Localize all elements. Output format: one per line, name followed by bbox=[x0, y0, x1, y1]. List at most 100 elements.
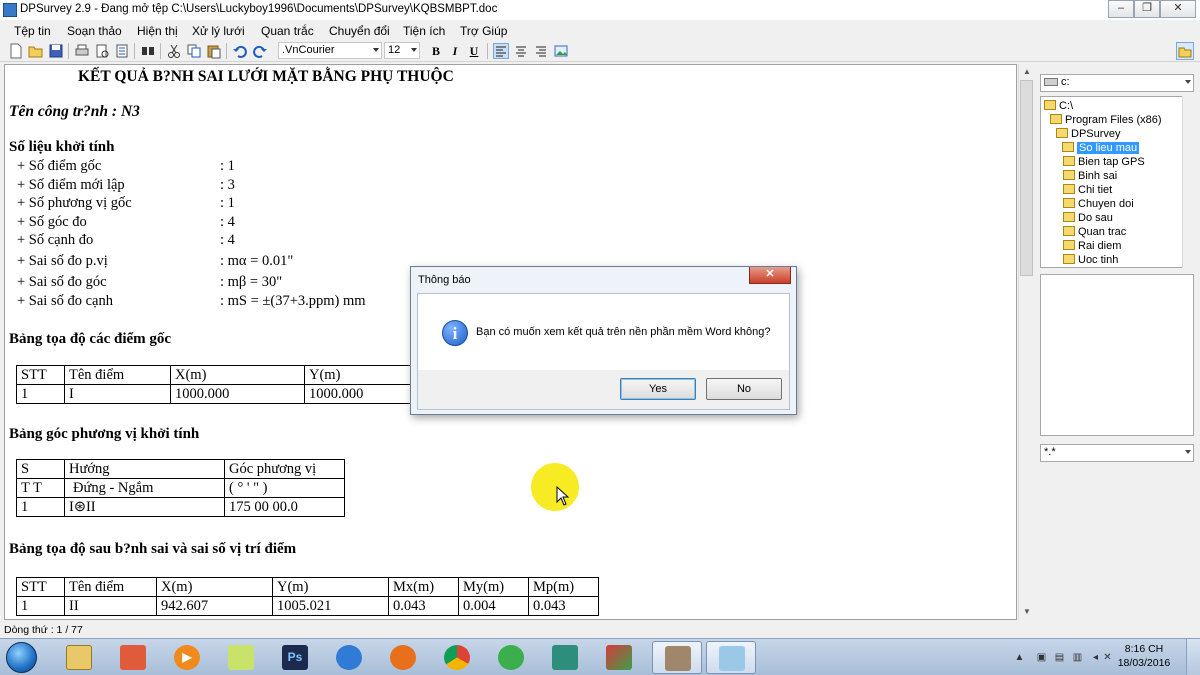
new-file-icon[interactable] bbox=[8, 43, 24, 59]
font-size-value: 12 bbox=[388, 44, 401, 56]
tray-app-icon[interactable]: ▣ bbox=[1036, 652, 1047, 663]
explorer-panel-toggle-icon[interactable] bbox=[1176, 42, 1194, 60]
dpsurvey-icon[interactable] bbox=[652, 641, 702, 674]
tree-node[interactable]: Do sau bbox=[1063, 211, 1113, 225]
dialog-message: Bạn có muốn xem kết quả trên nền phần mề… bbox=[476, 326, 771, 338]
tree-node[interactable]: Chuyen doi bbox=[1063, 197, 1134, 211]
table-cell: 1 bbox=[16, 384, 65, 404]
maximize-button[interactable]: ❐ bbox=[1134, 0, 1160, 18]
italic-button[interactable]: I bbox=[447, 43, 463, 59]
table-header-row: STT Tên điểm X(m) Y(m) bbox=[16, 365, 439, 385]
tree-node[interactable]: Binh sai bbox=[1063, 169, 1117, 183]
window-title: DPSurvey 2.9 - Đang mở tệp C:\Users\Luck… bbox=[20, 3, 498, 15]
notepad-icon[interactable] bbox=[706, 641, 756, 674]
clock[interactable]: 8:16 CH 18/03/2016 bbox=[1116, 642, 1172, 670]
table-row: 1 I 1000.000 1000.000 bbox=[16, 384, 439, 404]
table-cell: I bbox=[64, 384, 171, 404]
scroll-up-icon[interactable]: ▲ bbox=[1019, 64, 1035, 80]
undo-icon[interactable] bbox=[232, 43, 248, 59]
start-item-label: + Số góc đo bbox=[17, 214, 87, 230]
align-left-icon[interactable] bbox=[493, 43, 509, 59]
bold-button[interactable]: B bbox=[428, 43, 444, 59]
menu-monitoring[interactable]: Quan trắc bbox=[261, 24, 314, 38]
menu-file[interactable]: Tệp tin bbox=[14, 24, 51, 38]
menu-view[interactable]: Hiện thị bbox=[137, 24, 178, 38]
table-header-cell: STT bbox=[16, 365, 65, 385]
dialog-close-button[interactable]: ✕ bbox=[749, 267, 791, 284]
tree-node[interactable]: Bien tap GPS bbox=[1063, 155, 1145, 169]
no-button[interactable]: No bbox=[706, 378, 782, 400]
volume-muted-icon[interactable]: ✕ bbox=[1102, 652, 1113, 663]
tray-expand-icon[interactable]: ▲ bbox=[1014, 652, 1025, 663]
underline-button[interactable]: U bbox=[466, 43, 482, 59]
table-cell: I⊛II bbox=[64, 497, 225, 517]
media-player-icon[interactable]: ▶ bbox=[162, 641, 212, 674]
tree-node[interactable]: Program Files (x86) bbox=[1050, 113, 1162, 127]
photoshop-icon[interactable]: Ps bbox=[270, 641, 320, 674]
volume-icon[interactable]: ◂ bbox=[1090, 652, 1101, 663]
minimize-button[interactable]: – bbox=[1108, 0, 1134, 18]
copy-icon[interactable] bbox=[186, 43, 202, 59]
tree-node[interactable]: Chi tiet bbox=[1063, 183, 1112, 197]
tree-node[interactable]: Uoc tinh bbox=[1063, 253, 1118, 267]
menu-network[interactable]: Xử lý lưới bbox=[192, 24, 245, 38]
table-header-cell: X(m) bbox=[170, 365, 305, 385]
menu-utilities[interactable]: Tiện ích bbox=[403, 24, 445, 38]
scrollbar-thumb[interactable] bbox=[1020, 80, 1033, 276]
yes-button[interactable]: Yes bbox=[620, 378, 696, 400]
table-cell: 942.607 bbox=[156, 596, 273, 616]
menu-help[interactable]: Trợ Giúp bbox=[460, 24, 507, 38]
folder-icon bbox=[1063, 170, 1075, 180]
menu-convert[interactable]: Chuyển đổi bbox=[329, 24, 390, 38]
table-header-cell: Đứng - Ngắm bbox=[64, 478, 225, 498]
tree-node[interactable]: Quan trac bbox=[1063, 225, 1126, 239]
tree-node[interactable]: C:\ bbox=[1044, 99, 1073, 113]
table-header-cell: Hướng bbox=[64, 459, 225, 479]
azimuth-heading: Bảng góc phương vị khởi tính bbox=[9, 426, 200, 442]
close-window-button[interactable]: ✕ bbox=[1160, 0, 1196, 18]
cut-icon[interactable] bbox=[166, 43, 182, 59]
tree-node[interactable]: DPSurvey bbox=[1056, 127, 1121, 141]
print-icon[interactable] bbox=[74, 43, 90, 59]
align-center-icon[interactable] bbox=[513, 43, 529, 59]
page-icon[interactable] bbox=[114, 43, 130, 59]
document-scrollbar[interactable]: ▲ ▼ bbox=[1018, 64, 1034, 620]
adjusted-coordinates-heading: Bảng tọa độ sau b?nh sai và sai số vị tr… bbox=[9, 541, 297, 557]
network-icon[interactable] bbox=[108, 641, 158, 674]
menu-edit[interactable]: Soạn thảo bbox=[67, 24, 122, 38]
file-list[interactable] bbox=[1040, 274, 1194, 436]
internet-explorer-icon[interactable] bbox=[324, 641, 374, 674]
network-status-icon[interactable]: ▥ bbox=[1072, 652, 1083, 663]
winrar-icon[interactable] bbox=[594, 641, 644, 674]
table-cell: 0.004 bbox=[458, 596, 529, 616]
save-icon[interactable] bbox=[48, 43, 64, 59]
firefox-icon[interactable] bbox=[378, 641, 428, 674]
insert-image-icon[interactable] bbox=[553, 43, 569, 59]
autocad-icon[interactable] bbox=[540, 641, 590, 674]
coccoc-icon[interactable] bbox=[486, 641, 536, 674]
windows-explorer-icon[interactable] bbox=[54, 641, 104, 674]
paste-icon[interactable] bbox=[206, 43, 222, 59]
print-preview-icon[interactable] bbox=[94, 43, 110, 59]
scroll-down-icon[interactable]: ▼ bbox=[1019, 604, 1035, 620]
tray-device-icon[interactable]: ▤ bbox=[1054, 652, 1065, 663]
font-family-select[interactable]: .VnCourier bbox=[278, 42, 382, 59]
redo-icon[interactable] bbox=[252, 43, 268, 59]
font-size-select[interactable]: 12 bbox=[384, 42, 420, 59]
sticky-notes-icon[interactable] bbox=[216, 641, 266, 674]
table-row: 1 II 942.607 1005.021 0.043 0.004 0.043 bbox=[16, 596, 599, 616]
start-button[interactable] bbox=[2, 640, 42, 675]
file-filter-select[interactable]: *.* bbox=[1040, 444, 1194, 462]
tree-node[interactable]: Rai diem bbox=[1063, 239, 1121, 253]
folder-icon bbox=[1063, 198, 1075, 208]
folder-tree-scrollbar[interactable] bbox=[1182, 96, 1196, 268]
chrome-icon[interactable] bbox=[432, 641, 482, 674]
find-icon[interactable] bbox=[140, 43, 156, 59]
tree-node-selected[interactable]: So lieu mau bbox=[1062, 141, 1140, 155]
drive-select[interactable]: c: bbox=[1040, 74, 1194, 92]
show-desktop-button[interactable] bbox=[1186, 639, 1200, 675]
align-right-icon[interactable] bbox=[533, 43, 549, 59]
folder-tree[interactable]: C:\ Program Files (x86) DPSurvey So lieu… bbox=[1040, 96, 1194, 268]
folder-icon bbox=[1063, 240, 1075, 250]
open-folder-icon[interactable] bbox=[28, 43, 44, 59]
